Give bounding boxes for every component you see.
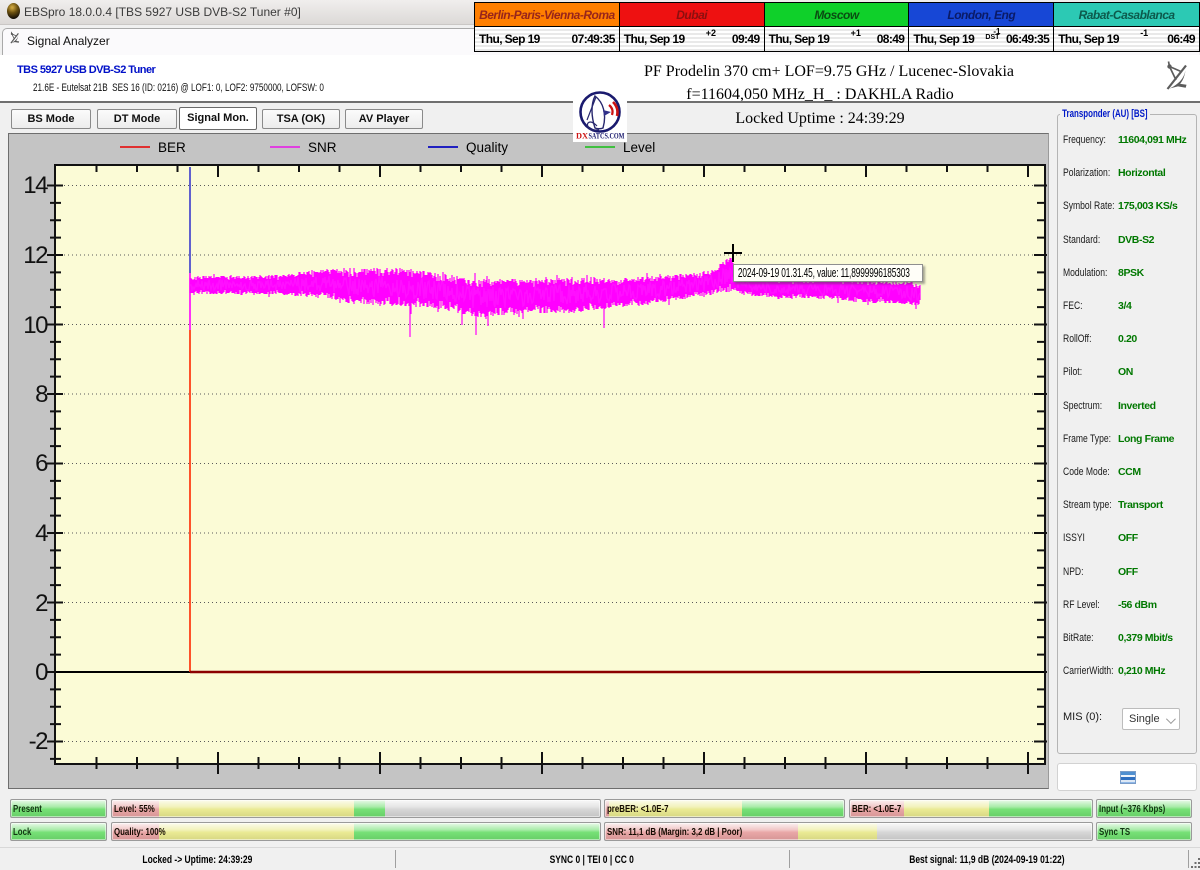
- svg-text:SATCS.COM: SATCS.COM: [589, 131, 625, 141]
- svg-text:10: 10: [23, 312, 48, 339]
- svg-text:Quality: Quality: [466, 140, 508, 155]
- svg-text:DX: DX: [576, 131, 589, 141]
- svg-text:-2: -2: [29, 728, 48, 755]
- svg-text:BER: BER: [158, 140, 186, 155]
- svg-text:6: 6: [35, 450, 48, 477]
- svg-text:4: 4: [35, 520, 48, 547]
- svg-text:2: 2: [35, 590, 48, 617]
- svg-text:14: 14: [23, 172, 48, 199]
- svg-text:Level: Level: [623, 140, 655, 155]
- svg-text:0: 0: [35, 659, 48, 686]
- svg-text:SNR: SNR: [308, 140, 337, 155]
- svg-text:8: 8: [35, 381, 48, 408]
- svg-text:12: 12: [23, 242, 48, 269]
